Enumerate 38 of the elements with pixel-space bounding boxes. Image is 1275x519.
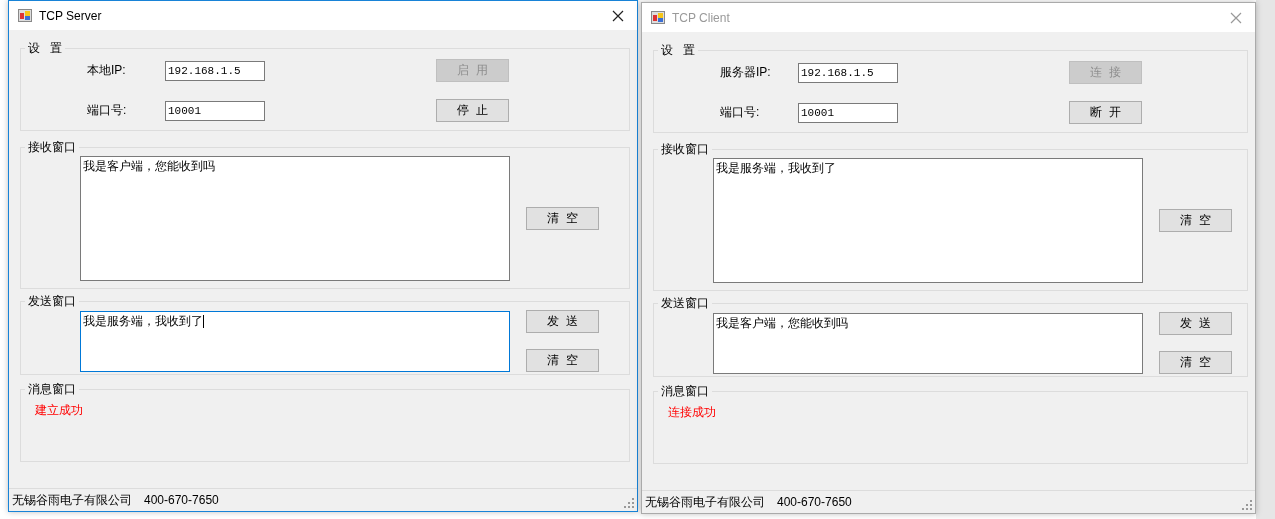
text-area[interactable]: 我是客户端，您能收到吗: [80, 156, 510, 281]
message-text: 我是服务端，我收到了: [716, 161, 836, 175]
group-label: 接收窗口: [27, 140, 77, 155]
window-title: TCP Server: [39, 8, 103, 23]
status-text: 无锡谷雨电子有限公司: [12, 491, 132, 509]
message-text: 我是客户端，您能收到吗: [716, 316, 848, 330]
resize-grip-icon: [624, 498, 634, 508]
app-icon: [651, 11, 665, 24]
status-message: 连接成功: [668, 404, 717, 421]
field-label: 本地IP:: [87, 62, 127, 79]
group-label: 接收窗口: [660, 142, 710, 157]
input-field[interactable]: 10001: [165, 100, 265, 121]
close-icon: [1230, 11, 1242, 24]
group-label: 消息窗口: [27, 382, 77, 397]
input-field[interactable]: 192.168.1.5: [165, 60, 265, 81]
status-text: 400-670-7650: [777, 495, 852, 509]
group-label: 设 置: [660, 43, 696, 58]
close-icon: [612, 9, 624, 22]
status-text: 无锡谷雨电子有限公司: [645, 493, 765, 511]
group-label: 设 置: [27, 41, 63, 56]
field-label: 服务器IP:: [720, 64, 772, 81]
status-message: 建立成功: [35, 402, 84, 419]
app-icon: [18, 9, 32, 22]
button[interactable]: 清 空: [526, 349, 599, 372]
field-label: 端口号:: [87, 102, 128, 119]
button[interactable]: 停 止: [436, 99, 509, 122]
status-text: 400-670-7650: [144, 493, 219, 507]
text-area[interactable]: 我是服务端，我收到了: [80, 311, 510, 372]
button[interactable]: 清 空: [526, 207, 599, 230]
resize-grip-icon: [1242, 500, 1252, 510]
field-label: 端口号:: [720, 104, 761, 121]
group-label: 发送窗口: [660, 296, 710, 311]
button[interactable]: 发 送: [526, 310, 599, 333]
group-label: 发送窗口: [27, 294, 77, 309]
message-text: 我是客户端，您能收到吗: [83, 159, 215, 173]
group-label: 消息窗口: [660, 384, 710, 399]
window-title: TCP Client: [672, 10, 731, 25]
message-text: 我是服务端，我收到了: [83, 314, 203, 328]
